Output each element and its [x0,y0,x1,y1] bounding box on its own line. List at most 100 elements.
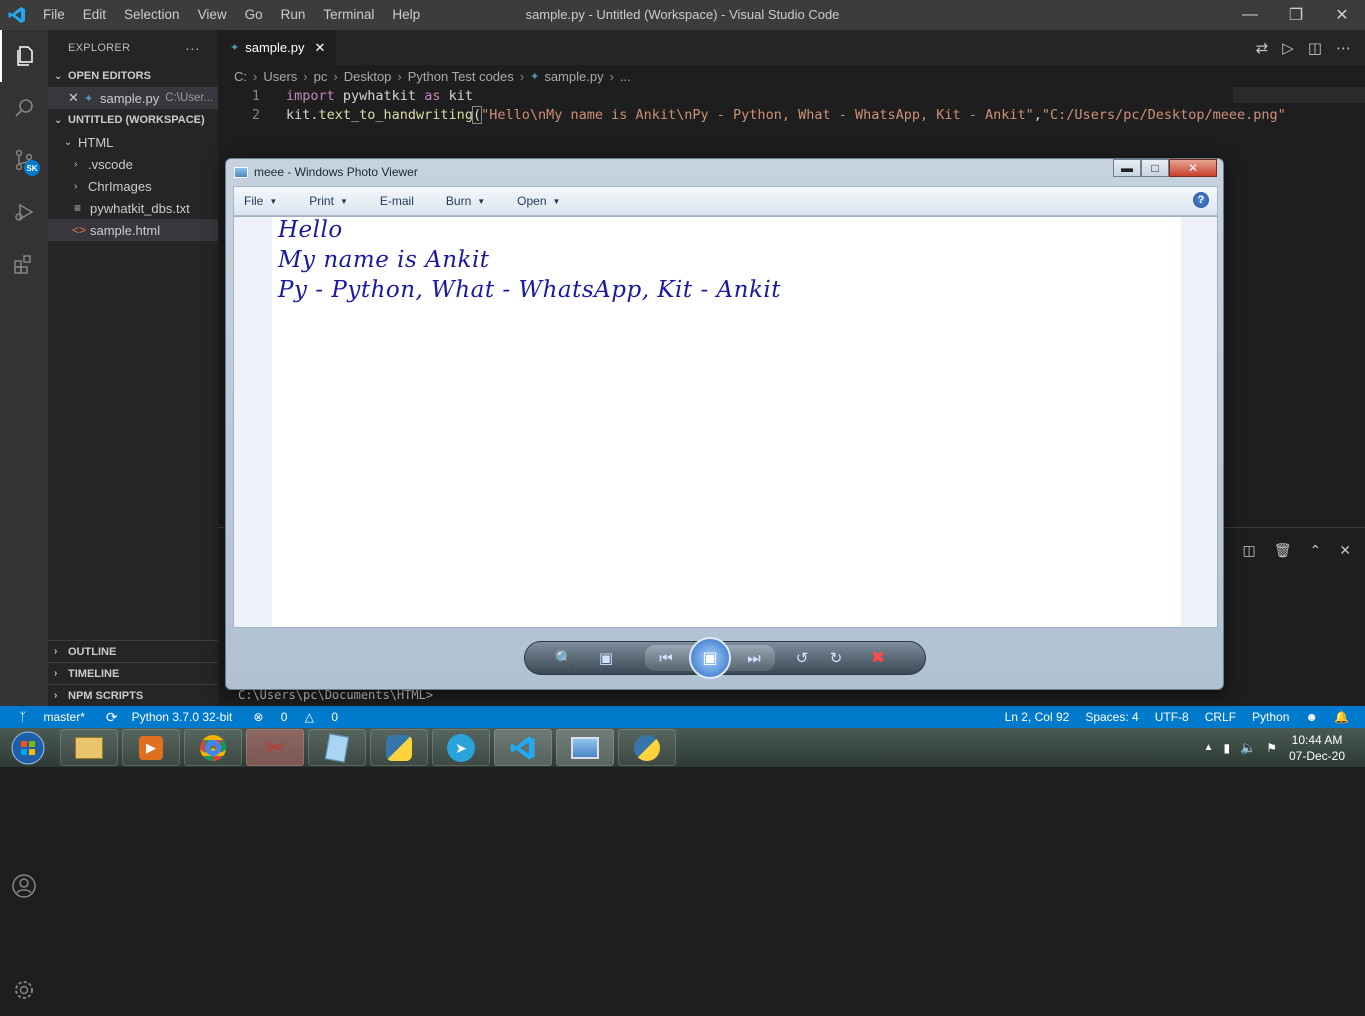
zoom-icon[interactable]: 🔍 [547,645,581,671]
clock[interactable]: 10:44 AM 07-Dec-20 [1287,732,1347,764]
menu-file[interactable]: File ▼ [244,194,277,208]
menu-email[interactable]: E-mail [380,194,414,208]
menu-open[interactable]: Open ▼ [517,194,560,208]
open-changes-icon[interactable]: ⇄ [1256,39,1269,57]
tree-item-vscode[interactable]: › .vscode [48,153,218,175]
terminal-prompt[interactable]: C:\Users\pc\Documents\HTML> [238,688,433,702]
previous-icon[interactable]: ⏮ [649,645,683,671]
split-editor-icon[interactable]: ◫ [1308,39,1322,57]
close-tab-icon[interactable]: ✕ [314,40,325,56]
photo-viewer-toolbar: File ▼ Print ▼ E-mail Burn ▼ Open ▼ ? [233,186,1218,216]
breadcrumb-item[interactable]: ... [620,69,631,84]
menu-file[interactable]: File [34,0,74,30]
volume-icon[interactable]: 🔈 [1240,740,1256,756]
chevron-up-icon[interactable]: ⌃ [1310,542,1322,559]
more-actions-icon[interactable]: ⋯ [1336,39,1351,57]
menu-print[interactable]: Print ▼ [309,194,348,208]
start-button[interactable] [0,728,56,767]
open-editors-section[interactable]: ⌄ OPEN EDITORS [48,65,218,87]
menu-run[interactable]: Run [272,0,315,30]
npm-scripts-section[interactable]: › NPM SCRIPTS [48,684,218,706]
trash-icon[interactable]: 🗑 [1274,542,1292,559]
open-editor-item[interactable]: ✕ ✦ sample.py C:\User... [48,87,218,109]
slideshow-icon[interactable]: ▣ [689,637,731,679]
run-file-icon[interactable]: ▷ [1282,39,1294,57]
outline-section[interactable]: › OUTLINE [48,640,218,662]
chrome-taskbar-icon[interactable] [184,729,242,766]
breadcrumb-item[interactable]: pc [314,69,328,84]
close-panel-icon[interactable]: ✕ [1339,542,1351,559]
tree-item-sample-html[interactable]: <> sample.html [48,219,218,241]
breadcrumb-item[interactable]: Python Test codes [408,69,514,84]
help-icon[interactable]: ? [1193,192,1209,208]
action-center-flag-icon[interactable]: ⚑ [1266,741,1277,755]
snipping-tool-taskbar-icon[interactable]: ✂ [246,729,304,766]
settings-gear-icon[interactable] [0,964,48,1016]
tree-item-chrimages[interactable]: › ChrImages [48,175,218,197]
maximize-icon[interactable]: □ [1141,159,1169,177]
tab-sample-py[interactable]: ✦ sample.py ✕ [218,30,336,65]
media-player-taskbar-icon[interactable]: ▶ [122,729,180,766]
menu-view[interactable]: View [189,0,236,30]
telegram-taskbar-icon[interactable]: ➤ [432,729,490,766]
encoding[interactable]: UTF-8 [1147,710,1197,724]
notifications-bell-icon[interactable]: 🔔 [1326,710,1357,724]
menu-edit[interactable]: Edit [74,0,115,30]
notepad-taskbar-icon[interactable] [308,729,366,766]
minimap[interactable] [1233,87,1365,103]
python-idle-taskbar-icon[interactable] [370,729,428,766]
close-icon[interactable]: ✕ [1319,0,1365,30]
tree-item-pywhatkit-dbs[interactable]: ≡ pywhatkit_dbs.txt [48,197,218,219]
breadcrumb-item[interactable]: Users [263,69,297,84]
cursor-position[interactable]: Ln 2, Col 92 [997,710,1078,724]
menu-terminal[interactable]: Terminal [314,0,383,30]
language-mode[interactable]: Python [1244,710,1297,724]
tree-folder-html[interactable]: ⌄ HTML [48,131,218,153]
menu-help[interactable]: Help [383,0,429,30]
delete-icon[interactable]: ✖ [861,645,895,671]
problems-status[interactable]: ⊗ 0 △ 0 [239,710,352,724]
account-icon[interactable] [0,860,48,912]
breadcrumb-separator-icon: › [519,68,525,84]
photo-viewer-taskbar-icon[interactable] [556,729,614,766]
minimize-icon[interactable]: ▬ [1113,159,1141,177]
minimize-icon[interactable]: — [1227,0,1273,30]
close-editor-icon[interactable]: ✕ [68,90,84,106]
vscode-taskbar-icon[interactable] [494,729,552,766]
rotate-clockwise-icon[interactable]: ↻ [819,645,853,671]
menu-go[interactable]: Go [236,0,272,30]
breadcrumb-item[interactable]: sample.py [544,69,603,84]
next-icon[interactable]: ⏭ [737,645,771,671]
breadcrumb-item[interactable]: Desktop [344,69,392,84]
breadcrumb: C: › Users › pc › Desktop › Python Test … [218,65,1365,87]
feedback-icon[interactable]: ☻ [1297,710,1326,724]
sync-icon[interactable]: ⟳ [99,709,125,726]
photo-viewer-titlebar[interactable]: meee - Windows Photo Viewer [234,162,418,182]
close-icon[interactable]: ✕ [1169,159,1217,177]
line-ending[interactable]: CRLF [1197,710,1244,724]
branch-status[interactable]: ᛉ master* [0,710,99,724]
timeline-section[interactable]: › TIMELINE [48,662,218,684]
indentation[interactable]: Spaces: 4 [1077,710,1146,724]
split-terminal-icon[interactable]: ◫ [1243,542,1256,559]
menu-selection[interactable]: Selection [115,0,189,30]
run-debug-icon[interactable] [0,186,48,238]
show-hidden-icons-icon[interactable]: ▲ [1204,742,1214,753]
workspace-section[interactable]: ⌄ UNTITLED (WORKSPACE) [48,109,218,131]
restore-icon[interactable]: ❐ [1273,0,1319,30]
code-line: 2 kit.text_to_handwriting("Hello\nMy nam… [218,106,1365,125]
file-explorer-taskbar-icon[interactable] [60,729,118,766]
extensions-icon[interactable] [0,238,48,290]
python-interpreter[interactable]: Python 3.7.0 32-bit [125,710,240,724]
more-actions-icon[interactable]: ··· [185,40,200,56]
explorer-icon[interactable] [0,30,48,82]
network-icon[interactable]: ▮ [1223,741,1230,755]
chevron-down-icon: ⌄ [54,70,63,82]
actual-size-icon[interactable]: ▣ [589,645,623,671]
menu-burn[interactable]: Burn ▼ [446,194,485,208]
python-launcher-taskbar-icon[interactable] [618,729,676,766]
source-control-icon[interactable]: SK [0,134,48,186]
rotate-counterclockwise-icon[interactable]: ↺ [785,645,819,671]
search-icon[interactable] [0,82,48,134]
breadcrumb-item[interactable]: C: [234,69,247,84]
